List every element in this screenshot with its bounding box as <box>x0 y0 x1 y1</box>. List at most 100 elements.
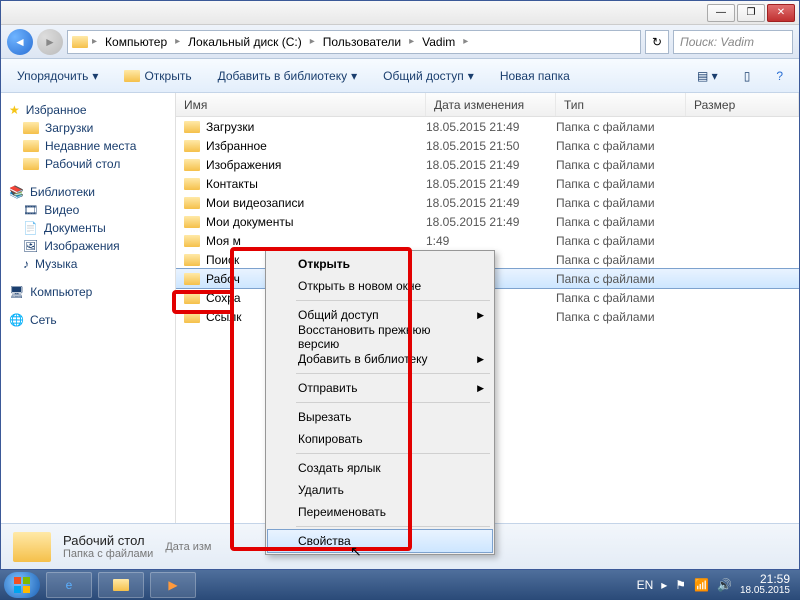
file-name: Сохра <box>206 291 241 305</box>
network-icon: 🌐 <box>9 313 24 327</box>
menu-separator <box>296 526 490 527</box>
sidebar-favorites[interactable]: ★Избранное <box>1 101 175 119</box>
column-date[interactable]: Дата изменения <box>426 93 556 116</box>
column-name[interactable]: Имя <box>176 93 426 116</box>
details-date-label: Дата изм <box>165 541 211 553</box>
menu-separator <box>296 453 490 454</box>
maximize-button[interactable]: ❐ <box>737 4 765 22</box>
chevron-icon: ▸ <box>308 36 317 47</box>
file-row[interactable]: Избранное18.05.2015 21:50Папка с файлами <box>176 136 799 155</box>
add-to-library-button[interactable]: Добавить в библиотеку ▾ <box>212 65 364 87</box>
chevron-icon: ▸ <box>173 36 182 47</box>
folder-icon <box>23 158 39 170</box>
action-center-icon[interactable]: ⚑ <box>675 578 686 592</box>
sidebar-videos[interactable]: 🎞Видео <box>1 201 175 219</box>
breadcrumb[interactable]: Пользователи <box>319 33 405 51</box>
breadcrumb[interactable]: Компьютер <box>101 33 171 51</box>
details-type: Папка с файлами <box>63 548 153 560</box>
folder-icon <box>184 197 200 209</box>
file-type: Папка с файлами <box>556 272 686 286</box>
view-button[interactable]: ▤ ▾ <box>691 65 724 87</box>
context-menu-item[interactable]: Создать ярлык <box>268 457 492 479</box>
details-title: Рабочий стол <box>63 533 153 548</box>
open-button[interactable]: Открыть <box>118 65 197 87</box>
file-row[interactable]: Мои видеозаписи18.05.2015 21:49Папка с ф… <box>176 193 799 212</box>
submenu-arrow-icon: ▶ <box>477 354 484 365</box>
language-indicator[interactable]: EN <box>637 578 654 592</box>
file-type: Папка с файлами <box>556 177 686 191</box>
breadcrumb[interactable]: Локальный диск (C:) <box>184 33 306 51</box>
network-icon[interactable]: 📶 <box>694 578 709 592</box>
file-name: Изображения <box>206 158 281 172</box>
file-row[interactable]: Изображения18.05.2015 21:49Папка с файла… <box>176 155 799 174</box>
refresh-button[interactable]: ↻ <box>645 30 669 54</box>
file-type: Папка с файлами <box>556 234 686 248</box>
file-date: 18.05.2015 21:49 <box>426 215 556 229</box>
taskbar-ie[interactable]: e <box>46 572 92 598</box>
file-row[interactable]: Мои документы18.05.2015 21:49Папка с фай… <box>176 212 799 231</box>
search-input[interactable]: Поиск: Vadim <box>673 30 793 54</box>
folder-icon <box>184 273 200 285</box>
start-button[interactable] <box>4 572 40 598</box>
chevron-icon: ▸ <box>90 36 99 47</box>
context-menu-item[interactable]: Копировать <box>268 428 492 450</box>
context-menu-item[interactable]: Восстановить прежнюю версию <box>268 326 492 348</box>
help-button[interactable]: ? <box>770 65 789 87</box>
context-menu-item[interactable]: Вырезать <box>268 406 492 428</box>
file-type: Папка с файлами <box>556 291 686 305</box>
forward-button[interactable]: ► <box>37 29 63 55</box>
file-name: Ссылк <box>206 310 242 324</box>
folder-icon <box>113 579 129 591</box>
breadcrumb[interactable]: Vadim <box>418 33 459 51</box>
context-menu-item[interactable]: Переименовать <box>268 501 492 523</box>
volume-icon[interactable]: 🔊 <box>717 578 732 592</box>
sidebar-recent[interactable]: Недавние места <box>1 137 175 155</box>
sidebar-network[interactable]: 🌐Сеть <box>1 311 175 329</box>
minimize-button[interactable]: — <box>707 4 735 22</box>
context-menu-item[interactable]: Свойства <box>268 530 492 552</box>
file-name: Контакты <box>206 177 258 191</box>
folder-icon <box>13 532 51 562</box>
clock[interactable]: 21:59 18.05.2015 <box>740 573 790 597</box>
sidebar-documents[interactable]: 📄Документы <box>1 219 175 237</box>
file-type: Папка с файлами <box>556 196 686 210</box>
taskbar-media[interactable]: ▶ <box>150 572 196 598</box>
sidebar-desktop[interactable]: Рабочий стол <box>1 155 175 173</box>
preview-pane-button[interactable]: ▯ <box>738 65 757 87</box>
taskbar-explorer[interactable] <box>98 572 144 598</box>
file-row[interactable]: Контакты18.05.2015 21:49Папка с файлами <box>176 174 799 193</box>
folder-icon <box>184 235 200 247</box>
file-date: 18.05.2015 21:49 <box>426 196 556 210</box>
context-menu-item[interactable]: Открыть в новом окне <box>268 275 492 297</box>
sidebar-computer[interactable]: 🖥Компьютер <box>1 283 175 301</box>
sidebar-libraries[interactable]: 📚Библиотеки <box>1 183 175 201</box>
organize-button[interactable]: Упорядочить ▾ <box>11 65 104 87</box>
back-button[interactable]: ◄ <box>7 29 33 55</box>
folder-icon <box>184 159 200 171</box>
file-type: Папка с файлами <box>556 310 686 324</box>
address-bar[interactable]: ▸ Компьютер ▸ Локальный диск (C:) ▸ Поль… <box>67 30 641 54</box>
context-menu-item[interactable]: Отправить▶ <box>268 377 492 399</box>
file-row[interactable]: Моя м1:49Папка с файлами <box>176 231 799 250</box>
context-menu-item[interactable]: Добавить в библиотеку▶ <box>268 348 492 370</box>
media-icon: ▶ <box>168 578 177 592</box>
context-menu-item[interactable]: Открыть <box>268 253 492 275</box>
sidebar-downloads[interactable]: Загрузки <box>1 119 175 137</box>
sidebar: ★Избранное Загрузки Недавние места Рабоч… <box>1 93 176 523</box>
file-name: Рабоч <box>206 272 240 286</box>
file-row[interactable]: Загрузки18.05.2015 21:49Папка с файлами <box>176 117 799 136</box>
column-type[interactable]: Тип <box>556 93 686 116</box>
taskbar: e ▶ EN ▸ ⚑ 📶 🔊 21:59 18.05.2015 <box>0 570 800 600</box>
context-menu-item[interactable]: Удалить <box>268 479 492 501</box>
sidebar-music[interactable]: ♪Музыка <box>1 255 175 273</box>
sidebar-pictures[interactable]: 🖼Изображения <box>1 237 175 255</box>
close-button[interactable]: ✕ <box>767 4 795 22</box>
computer-icon: 🖥 <box>9 285 24 299</box>
flag-icon[interactable]: ▸ <box>661 578 667 592</box>
column-size[interactable]: Размер <box>686 93 799 116</box>
folder-icon <box>184 311 200 323</box>
new-folder-button[interactable]: Новая папка <box>494 65 576 87</box>
document-icon: 📄 <box>23 221 38 235</box>
share-button[interactable]: Общий доступ ▾ <box>377 65 480 87</box>
windows-logo-icon <box>13 576 31 594</box>
